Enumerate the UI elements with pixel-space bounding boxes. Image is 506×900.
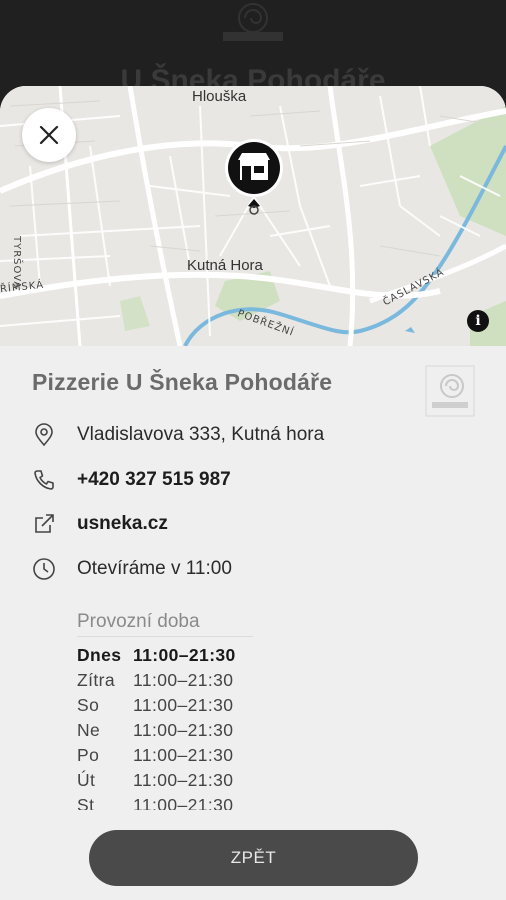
close-button[interactable] [22, 108, 76, 162]
phone-row[interactable]: +420 327 515 987 [32, 465, 472, 495]
place-title: Pizzerie U Šneka Pohodáře [32, 369, 333, 395]
map-label-kutna-hora: Kutná Hora [187, 257, 263, 274]
map-tiles [0, 86, 506, 346]
address-row[interactable]: Vladislavova 333, Kutná hora [32, 420, 472, 450]
store-location-pin[interactable] [221, 136, 287, 216]
opening-status-row: Otevíráme v 11:00 [32, 554, 472, 584]
hours-day: So [77, 695, 100, 715]
brand-logo [223, 3, 283, 41]
hours-row: Út 11:00–21:30 [77, 768, 337, 793]
hours-day: Ne [77, 720, 101, 740]
location-map[interactable]: Hlouška Kutná Hora TYRŠOVA ŘÍMSKÁ POBŘEŽ… [0, 86, 506, 346]
hours-day: Dnes [77, 645, 122, 665]
phone-number[interactable]: +420 327 515 987 [77, 469, 231, 491]
phone-icon [34, 470, 54, 490]
hours-row: Ne 11:00–21:30 [77, 718, 337, 743]
hours-time: 11:00–21:30 [133, 695, 234, 715]
place-details: Pizzerie U Šneka Pohodáře Vladislavova 3… [0, 346, 506, 900]
hours-time: 11:00–21:30 [133, 670, 234, 690]
opening-status: Otevíráme v 11:00 [77, 558, 232, 579]
hours-row: St 11:00–21:30 [77, 793, 337, 810]
hours-row: Zítra 11:00–21:30 [77, 668, 337, 693]
map-label-hlouska: Hlouška [192, 88, 247, 105]
hours-time: 11:00–21:30 [133, 720, 234, 740]
hours-row: So 11:00–21:30 [77, 693, 337, 718]
place-detail-sheet: Hlouška Kutná Hora TYRŠOVA ŘÍMSKÁ POBŘEŽ… [0, 86, 506, 900]
hours-time: 11:00–21:30 [133, 770, 234, 790]
map-info-icon[interactable]: i [467, 310, 489, 332]
opening-hours-table: Dnes 11:00–21:30 Zítra 11:00–21:30 So 11… [77, 643, 337, 810]
opening-hours-divider [77, 636, 253, 637]
restaurant-logo [425, 365, 475, 417]
website-row[interactable]: usneka.cz [32, 509, 472, 539]
hours-time: 11:00–21:30 [133, 745, 234, 765]
website-link[interactable]: usneka.cz [77, 513, 168, 535]
hours-time: 11:00–21:30 [133, 795, 234, 810]
hours-time: 11:00–21:30 [133, 645, 236, 665]
close-icon [39, 125, 59, 145]
address-text: Vladislavova 333, Kutná hora [77, 424, 325, 445]
back-button[interactable]: ZPĚT [89, 830, 418, 886]
hours-row-today: Dnes 11:00–21:30 [77, 643, 337, 668]
external-link-icon [35, 514, 54, 533]
location-pin-icon [35, 423, 53, 447]
clock-icon [33, 558, 55, 580]
hours-day: St [77, 795, 95, 810]
opening-hours-heading: Provozní doba [77, 611, 200, 632]
hours-row: Po 11:00–21:30 [77, 743, 337, 768]
hours-day: Út [77, 770, 96, 790]
hours-day: Zítra [77, 670, 115, 690]
hours-day: Po [77, 745, 100, 765]
